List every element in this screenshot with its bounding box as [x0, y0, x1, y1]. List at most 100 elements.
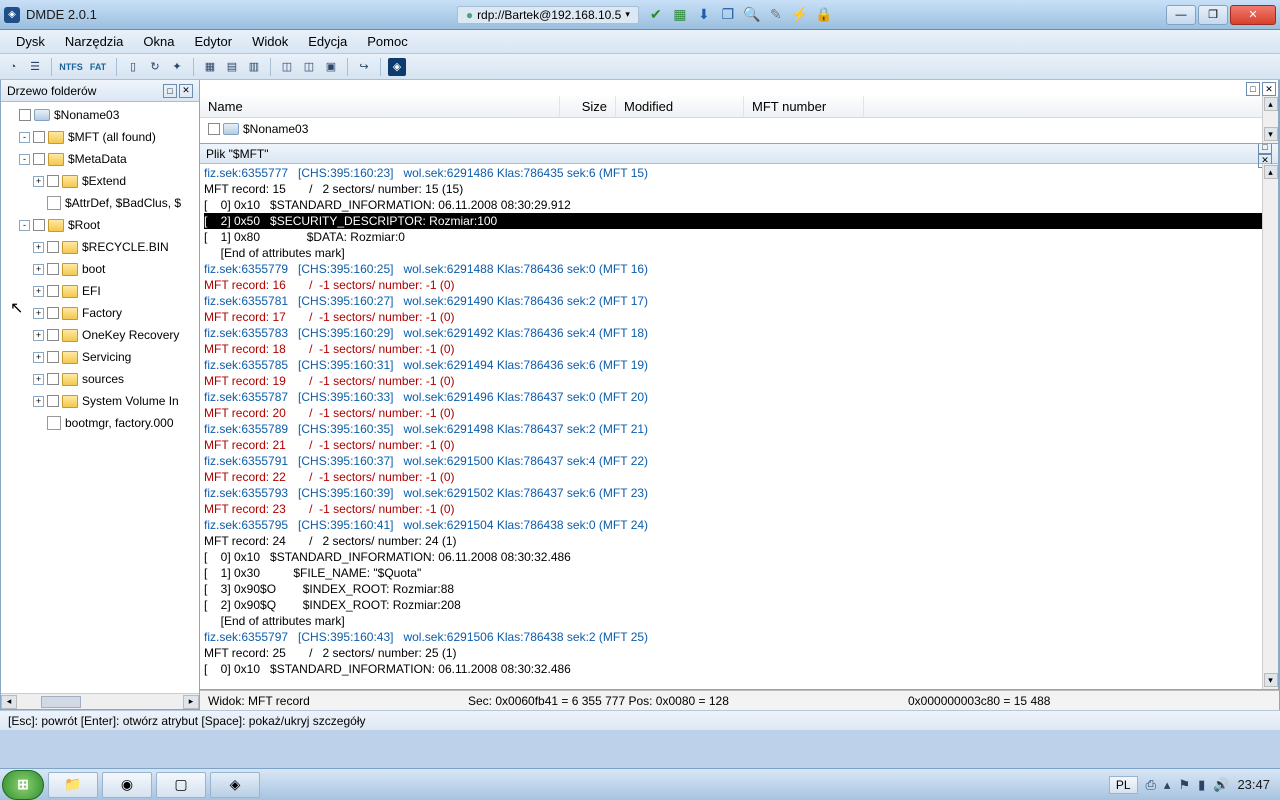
file-checkbox[interactable]: [208, 123, 220, 135]
tree-node[interactable]: -$Root: [1, 214, 199, 236]
task-explorer[interactable]: 📁: [48, 772, 98, 798]
tree-checkbox[interactable]: [47, 285, 59, 297]
task-dmde[interactable]: ◈: [210, 772, 260, 798]
tool-fat[interactable]: FAT: [87, 58, 109, 76]
task-app1[interactable]: ▢: [156, 772, 206, 798]
filepane-maximize-icon[interactable]: □: [1246, 82, 1260, 96]
tree-node[interactable]: +OneKey Recovery: [1, 324, 199, 346]
tool-box1-icon[interactable]: ◫: [278, 58, 296, 76]
tree-node[interactable]: +Factory: [1, 302, 199, 324]
tree-checkbox[interactable]: [19, 109, 31, 121]
menu-widok[interactable]: Widok: [242, 32, 298, 51]
mft-line[interactable]: fiz.sek:6355783 [CHS:395:160:29] wol.sek…: [204, 325, 1274, 341]
plug-icon[interactable]: ⚡: [791, 6, 809, 24]
tree-node[interactable]: $Noname03: [1, 104, 199, 126]
mft-line[interactable]: [ 2] 0x50 $SECURITY_DESCRIPTOR: Rozmiar:…: [204, 213, 1274, 229]
tree-checkbox[interactable]: [47, 263, 59, 275]
mft-line[interactable]: fiz.sek:6355779 [CHS:395:160:25] wol.sek…: [204, 261, 1274, 277]
mft-line[interactable]: [End of attributes mark]: [204, 245, 1274, 261]
mft-line[interactable]: [End of attributes mark]: [204, 613, 1274, 629]
tree-node[interactable]: +$RECYCLE.BIN: [1, 236, 199, 258]
tray-device-icon[interactable]: ⎙: [1146, 777, 1156, 793]
tray-up-icon[interactable]: ▴: [1164, 777, 1171, 793]
tree-node[interactable]: +boot: [1, 258, 199, 280]
scroll-up-icon[interactable]: ▴: [1264, 97, 1278, 111]
mft-line[interactable]: fiz.sek:6355789 [CHS:395:160:35] wol.sek…: [204, 421, 1274, 437]
tool-grid1-icon[interactable]: ▦: [201, 58, 219, 76]
minimize-button[interactable]: —: [1166, 5, 1196, 25]
tree-checkbox[interactable]: [33, 219, 45, 231]
check-icon[interactable]: ✔: [647, 6, 665, 24]
file-row[interactable]: $Noname03: [200, 118, 1278, 140]
tool-grid3-icon[interactable]: ▥: [245, 58, 263, 76]
tree-node[interactable]: $AttrDef, $BadClus, $: [1, 192, 199, 214]
tree-checkbox[interactable]: [33, 131, 45, 143]
mft-line[interactable]: MFT record: 21 / -1 sectors/ number: -1 …: [204, 437, 1274, 453]
mft-line[interactable]: fiz.sek:6355785 [CHS:395:160:31] wol.sek…: [204, 357, 1274, 373]
tool-page-icon[interactable]: ▯: [124, 58, 142, 76]
mft-line[interactable]: MFT record: 22 / -1 sectors/ number: -1 …: [204, 469, 1274, 485]
expander-icon[interactable]: +: [33, 330, 44, 341]
tree-checkbox[interactable]: [47, 241, 59, 253]
mft-line[interactable]: fiz.sek:6355781 [CHS:395:160:27] wol.sek…: [204, 293, 1274, 309]
mft-line[interactable]: fiz.sek:6355793 [CHS:395:160:39] wol.sek…: [204, 485, 1274, 501]
tool-icon[interactable]: ✎: [767, 6, 785, 24]
expander-icon[interactable]: +: [33, 396, 44, 407]
tree-hscroll[interactable]: ◂ ▸: [1, 693, 199, 709]
col-name[interactable]: Name: [200, 96, 560, 117]
tray-volume-icon[interactable]: 🔊: [1213, 777, 1229, 793]
mft-line[interactable]: MFT record: 24 / 2 sectors/ number: 24 (…: [204, 533, 1274, 549]
pane-close-icon[interactable]: ✕: [179, 84, 193, 98]
mft-line[interactable]: MFT record: 15 / 2 sectors/ number: 15 (…: [204, 181, 1274, 197]
expander-icon[interactable]: +: [33, 264, 44, 275]
tool-disk-icon[interactable]: ◔: [4, 58, 22, 76]
mft-line[interactable]: fiz.sek:6355795 [CHS:395:160:41] wol.sek…: [204, 517, 1274, 533]
tree-node[interactable]: +sources: [1, 368, 199, 390]
tree-node[interactable]: +$Extend: [1, 170, 199, 192]
folder-tree[interactable]: $Noname03-$MFT (all found)-$MetaData+$Ex…: [1, 102, 199, 693]
mft-line[interactable]: [ 0] 0x10 $STANDARD_INFORMATION: 06.11.2…: [204, 661, 1274, 677]
menu-okna[interactable]: Okna: [133, 32, 184, 51]
tree-node[interactable]: bootmgr, factory.000: [1, 412, 199, 434]
tree-checkbox[interactable]: [47, 395, 59, 407]
lock-icon[interactable]: 🔒: [815, 6, 833, 24]
tree-checkbox[interactable]: [33, 153, 45, 165]
filepane-vscroll[interactable]: ▴ ▾: [1262, 96, 1278, 143]
tree-checkbox[interactable]: [47, 351, 59, 363]
tree-checkbox[interactable]: [47, 329, 59, 341]
tool-ntfs[interactable]: NTFS: [59, 58, 83, 76]
scroll-down-icon[interactable]: ▾: [1264, 127, 1278, 141]
tree-node[interactable]: -$MFT (all found): [1, 126, 199, 148]
mftpane-vscroll[interactable]: ▴ ▾: [1262, 164, 1278, 689]
tree-checkbox[interactable]: [47, 307, 59, 319]
maximize-button[interactable]: ❐: [1198, 5, 1228, 25]
tool-sparkle-icon[interactable]: ✦: [168, 58, 186, 76]
tool-list-icon[interactable]: ☰: [26, 58, 44, 76]
tool-export-icon[interactable]: ↪: [355, 58, 373, 76]
mft-line[interactable]: fiz.sek:6355787 [CHS:395:160:33] wol.sek…: [204, 389, 1274, 405]
mft-line[interactable]: MFT record: 25 / 2 sectors/ number: 25 (…: [204, 645, 1274, 661]
mft-line[interactable]: [ 0] 0x10 $STANDARD_INFORMATION: 06.11.2…: [204, 197, 1274, 213]
mft-content[interactable]: fiz.sek:6355777 [CHS:395:160:23] wol.sek…: [200, 164, 1278, 689]
tool-box3-icon[interactable]: ▣: [322, 58, 340, 76]
mft-line[interactable]: [ 2] 0x90$Q $INDEX_ROOT: Rozmiar:208: [204, 597, 1274, 613]
tree-node[interactable]: +System Volume In: [1, 390, 199, 412]
mft-line[interactable]: fiz.sek:6355797 [CHS:395:160:43] wol.sek…: [204, 629, 1274, 645]
menu-pomoc[interactable]: Pomoc: [357, 32, 417, 51]
search-icon[interactable]: 🔍: [743, 6, 761, 24]
down-arrow-icon[interactable]: ⬇: [695, 6, 713, 24]
menu-edycja[interactable]: Edycja: [298, 32, 357, 51]
mft-line[interactable]: MFT record: 23 / -1 sectors/ number: -1 …: [204, 501, 1274, 517]
mft-scroll-up-icon[interactable]: ▴: [1264, 165, 1278, 179]
tree-node[interactable]: +Servicing: [1, 346, 199, 368]
mft-line[interactable]: [ 1] 0x80 $DATA: Rozmiar:0: [204, 229, 1274, 245]
tray-flag-icon[interactable]: ⚑: [1178, 777, 1190, 793]
close-button[interactable]: ✕: [1230, 5, 1276, 25]
grid-icon[interactable]: ▦: [671, 6, 689, 24]
expander-icon[interactable]: -: [19, 154, 30, 165]
scroll-right-icon[interactable]: ▸: [183, 695, 199, 709]
expander-icon[interactable]: -: [19, 220, 30, 231]
tool-refresh-icon[interactable]: ↻: [146, 58, 164, 76]
mft-line[interactable]: MFT record: 17 / -1 sectors/ number: -1 …: [204, 309, 1274, 325]
lang-indicator[interactable]: PL: [1109, 776, 1138, 794]
